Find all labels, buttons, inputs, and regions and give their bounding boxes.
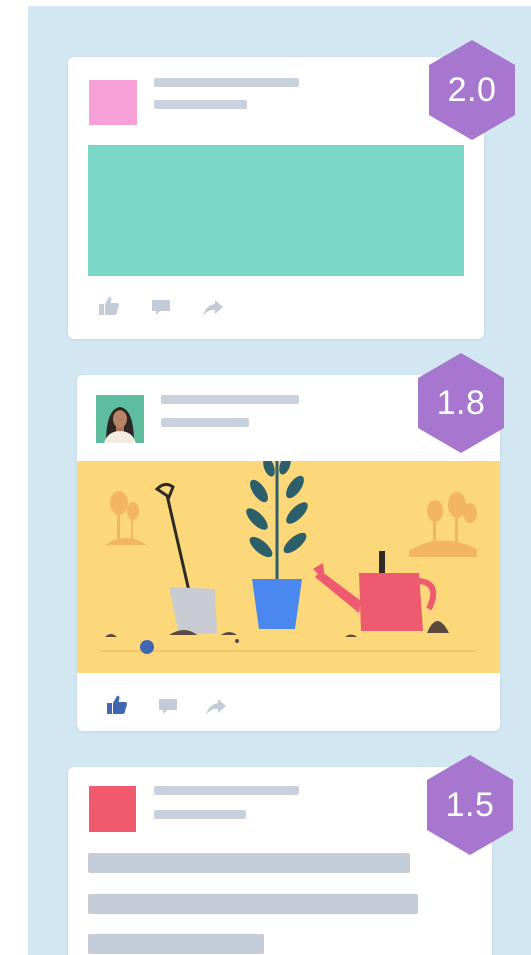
- share-icon[interactable]: [202, 299, 224, 317]
- post-card: [68, 57, 484, 339]
- feed-ranking-illustration: 2.0 1.8 1.5: [28, 6, 531, 955]
- thumbs-up-icon[interactable]: [106, 695, 128, 715]
- post-meta-placeholder: [154, 100, 247, 109]
- share-icon[interactable]: [205, 698, 227, 716]
- post-author-placeholder: [154, 786, 299, 795]
- post-text-placeholder: [88, 934, 264, 954]
- post-author-placeholder: [161, 395, 299, 404]
- post-meta-placeholder: [154, 810, 246, 819]
- post-avatar: [89, 786, 136, 832]
- post-avatar: [96, 395, 144, 443]
- post-avatar: [89, 80, 137, 125]
- comment-icon[interactable]: [150, 299, 172, 317]
- comment-icon[interactable]: [157, 698, 179, 716]
- post-text-placeholder: [88, 853, 410, 873]
- post-media: [88, 145, 464, 276]
- post-author-placeholder: [154, 78, 299, 87]
- post-meta-placeholder: [161, 418, 249, 427]
- post-media-garden-tools-illustration: [77, 461, 500, 673]
- thumbs-up-icon[interactable]: [98, 296, 120, 316]
- post-text-placeholder: [88, 894, 418, 914]
